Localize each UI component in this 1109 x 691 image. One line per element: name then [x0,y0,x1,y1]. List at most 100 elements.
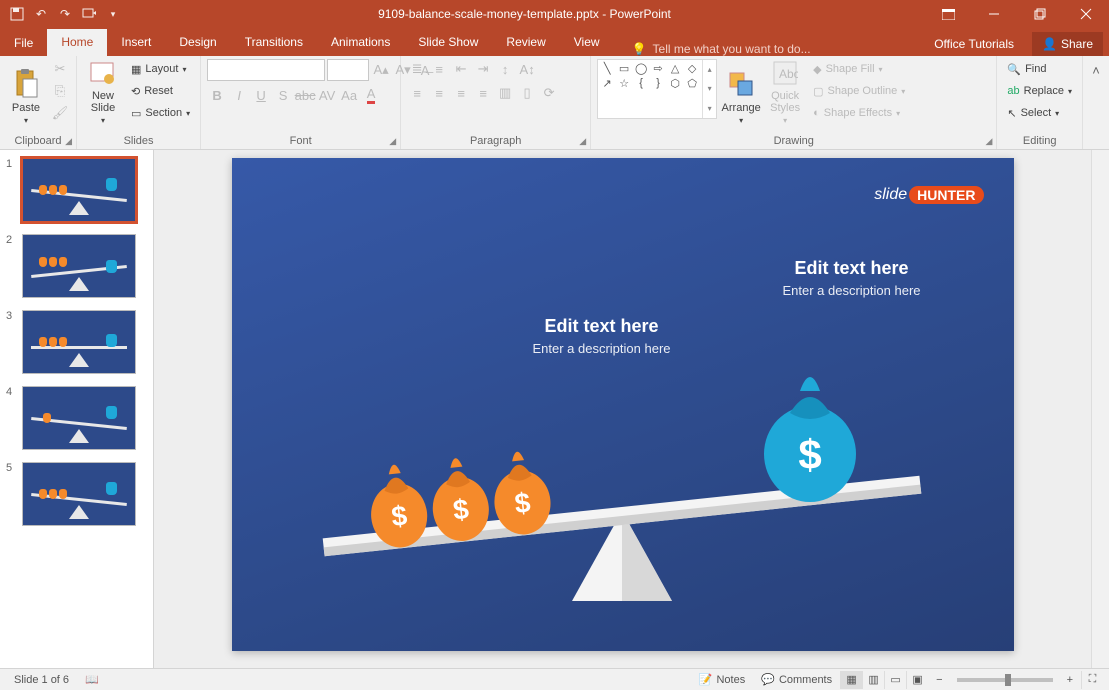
shape-fill-button[interactable]: ◆Shape Fill ▾ [809,59,909,79]
numbering-icon[interactable]: ≡ [429,59,449,79]
paste-button[interactable]: Paste▾ [6,59,46,125]
slide-canvas-area[interactable]: slide HUNTER Edit text here Enter a desc… [154,150,1091,668]
text-direction-icon[interactable]: A↕ [517,59,537,79]
font-family-combo[interactable] [207,59,325,81]
collapse-ribbon-icon[interactable]: ˄ [1086,60,1106,80]
font-size-combo[interactable] [327,59,369,81]
zoom-out-icon[interactable]: − [928,669,950,691]
slide-counter[interactable]: Slide 1 of 6 [6,669,77,691]
drawing-dialog-launcher-icon[interactable]: ◢ [985,136,992,147]
slideshow-view-icon[interactable]: ▣ [906,671,928,689]
redo-icon[interactable]: ↷ [54,3,76,25]
sorter-view-icon[interactable]: ▥ [862,671,884,689]
find-button[interactable]: 🔍Find [1003,59,1076,79]
tab-review[interactable]: Review [492,29,559,56]
tab-insert[interactable]: Insert [107,29,165,56]
increase-indent-icon[interactable]: ⇥ [473,59,493,79]
minimize-icon[interactable] [971,0,1017,28]
increase-font-icon[interactable]: A▴ [371,60,391,80]
qat-customize-icon[interactable]: ▾ [102,3,124,25]
shape-callout-icon[interactable]: ◇ [685,62,699,74]
shape-line-icon[interactable]: ╲ [600,62,614,74]
cut-icon[interactable]: ✂ [50,59,70,79]
close-icon[interactable] [1063,0,1109,28]
restore-icon[interactable] [1017,0,1063,28]
reset-button[interactable]: ⟲Reset [127,81,194,101]
shape-lbrace-icon[interactable]: { [634,77,648,89]
quick-styles-button[interactable]: Abc Quick Styles▾ [765,59,805,125]
tab-transitions[interactable]: Transitions [231,29,317,56]
smartart-icon[interactable]: ⟳ [539,83,559,103]
align-left-icon[interactable]: ≡ [407,83,427,103]
slide-canvas[interactable]: slide HUNTER Edit text here Enter a desc… [232,158,1014,651]
shape-oval-icon[interactable]: ◯ [634,62,648,74]
tell-me-search[interactable]: 💡 Tell me what you want to do... [614,42,925,56]
arrange-button[interactable]: Arrange▾ [721,59,761,125]
tab-home[interactable]: Home [47,29,107,56]
bold-icon[interactable]: B [207,85,227,105]
shape-pentagon-icon[interactable]: ⬠ [685,77,699,89]
zoom-slider[interactable] [957,678,1053,682]
tab-file[interactable]: File [0,30,47,56]
slide-thumbnail-1[interactable] [22,158,136,222]
decrease-indent-icon[interactable]: ⇤ [451,59,471,79]
strikethrough-icon[interactable]: abc [295,85,315,105]
start-from-beginning-icon[interactable] [78,3,100,25]
zoom-in-icon[interactable]: + [1059,669,1081,691]
paragraph-dialog-launcher-icon[interactable]: ◢ [579,136,586,147]
change-case-icon[interactable]: Aa [339,85,359,105]
slide-thumbnail-2[interactable] [22,234,136,298]
underline-icon[interactable]: U [251,85,271,105]
ribbon-display-icon[interactable] [925,0,971,28]
align-center-icon[interactable]: ≡ [429,83,449,103]
right-text-block[interactable]: Edit text here Enter a description here [712,258,992,298]
shadow-icon[interactable]: S [273,85,293,105]
slide-thumbnail-5[interactable] [22,462,136,526]
replace-button[interactable]: abReplace ▾ [1003,81,1076,101]
section-button[interactable]: ▭Section ▾ [127,103,194,123]
shape-effects-button[interactable]: ◐Shape Effects ▾ [809,103,909,123]
shape-outline-button[interactable]: ▢Shape Outline ▾ [809,81,909,101]
justify-icon[interactable]: ≡ [473,83,493,103]
office-tutorials-link[interactable]: Office Tutorials [924,33,1024,55]
char-spacing-icon[interactable]: AV [317,85,337,105]
share-button[interactable]: 👤 Share [1032,32,1103,56]
layout-button[interactable]: ▦Layout ▾ [127,59,194,79]
normal-view-icon[interactable]: ▦ [840,671,862,689]
shapes-gallery[interactable]: ╲ ▭ ◯ ⇨ △ ◇ ↗ ☆ { } ⬡ ⬠ ▴▾▾ [597,59,717,119]
slide-thumbnail-3[interactable] [22,310,136,374]
font-dialog-launcher-icon[interactable]: ◢ [389,136,396,147]
shape-triangle-icon[interactable]: △ [668,62,682,74]
tab-design[interactable]: Design [165,29,230,56]
select-button[interactable]: ↖Select ▾ [1003,103,1076,123]
bullets-icon[interactable]: ≣ [407,59,427,79]
align-text-icon[interactable]: ▯ [517,83,537,103]
undo-icon[interactable]: ↶ [30,3,52,25]
shape-arrow-icon[interactable]: ⇨ [651,62,665,74]
shape-rect-icon[interactable]: ▭ [617,62,631,74]
slide-thumbnail-4[interactable] [22,386,136,450]
columns-icon[interactable]: ▥ [495,83,515,103]
tab-slideshow[interactable]: Slide Show [404,29,492,56]
shape-rbrace-icon[interactable]: } [651,77,665,89]
format-painter-icon[interactable]: 🖌 [50,103,70,123]
slide-thumbnails-panel[interactable]: 1 2 3 4 5 [0,150,154,668]
vertical-scrollbar[interactable] [1091,150,1109,668]
line-spacing-icon[interactable]: ↕ [495,59,515,79]
new-slide-button[interactable]: New Slide▾ [83,59,123,125]
gallery-scroll[interactable]: ▴▾▾ [702,60,716,118]
italic-icon[interactable]: I [229,85,249,105]
clipboard-dialog-launcher-icon[interactable]: ◢ [65,136,72,147]
align-right-icon[interactable]: ≡ [451,83,471,103]
notes-button[interactable]: 📝 Notes [691,669,753,691]
shape-connector-icon[interactable]: ↗ [600,77,614,89]
tab-view[interactable]: View [560,29,614,56]
save-icon[interactable] [6,3,28,25]
reading-view-icon[interactable]: ▭ [884,671,906,689]
copy-icon[interactable]: ⎘ [50,81,70,101]
comments-button[interactable]: 💬 Comments [753,669,840,691]
fit-to-window-icon[interactable]: ⛶ [1081,671,1103,689]
font-color-icon[interactable]: A [361,85,381,105]
shape-hexagon-icon[interactable]: ⬡ [668,77,682,89]
spellcheck-icon[interactable]: 📖 [77,669,107,691]
